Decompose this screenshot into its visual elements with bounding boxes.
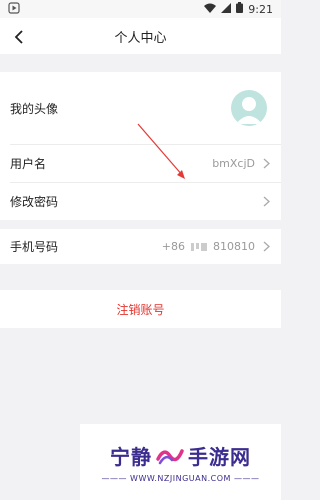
- status-bar: 9:21: [0, 0, 281, 18]
- watermark-url: ——— WWW.NZJINGUAN.COM ———: [101, 474, 260, 483]
- phone-label: 手机号码: [10, 240, 59, 254]
- chevron-right-icon: [261, 196, 271, 208]
- phone-masked-digits: [191, 242, 207, 251]
- username-row[interactable]: 用户名 bmXcjD: [0, 145, 281, 182]
- username-value: bmXcjD: [212, 157, 255, 170]
- default-avatar-icon: [236, 97, 262, 124]
- phone-row[interactable]: 手机号码 +86 810810: [0, 229, 281, 264]
- site-watermark: 宁静 手游网 ——— WWW.NZJINGUAN.COM ———: [80, 424, 281, 500]
- delete-account-button[interactable]: 注销账号: [0, 290, 281, 328]
- profile-section: 我的头像 用户名 bmXcjD 修改密码: [0, 72, 281, 220]
- battery-icon: [236, 2, 244, 16]
- chevron-right-icon: [261, 241, 271, 253]
- phone-value: 810810: [213, 240, 255, 253]
- avatar-label: 我的头像: [10, 101, 59, 116]
- change-password-label: 修改密码: [10, 195, 59, 209]
- chevron-left-icon: [14, 30, 23, 44]
- play-store-notification-icon: [8, 1, 20, 17]
- phone-prefix: +86: [161, 240, 185, 253]
- status-time: 9:21: [248, 2, 273, 16]
- avatar[interactable]: [231, 90, 267, 126]
- delete-account-label: 注销账号: [116, 302, 165, 317]
- wifi-icon: [204, 3, 217, 16]
- phone-section: 手机号码 +86 810810: [0, 229, 281, 264]
- page-title: 个人中心: [114, 30, 167, 46]
- watermark-logo-icon: [156, 448, 184, 464]
- avatar-row[interactable]: 我的头像: [0, 72, 281, 144]
- header-bar: 个人中心: [0, 18, 281, 54]
- username-label: 用户名: [10, 157, 47, 171]
- change-password-row[interactable]: 修改密码: [0, 183, 281, 220]
- signal-icon: [221, 2, 232, 16]
- chevron-right-icon: [261, 158, 271, 170]
- watermark-text-left: 宁静: [110, 445, 152, 469]
- watermark-text-right: 手游网: [188, 445, 251, 469]
- back-button[interactable]: [8, 26, 30, 48]
